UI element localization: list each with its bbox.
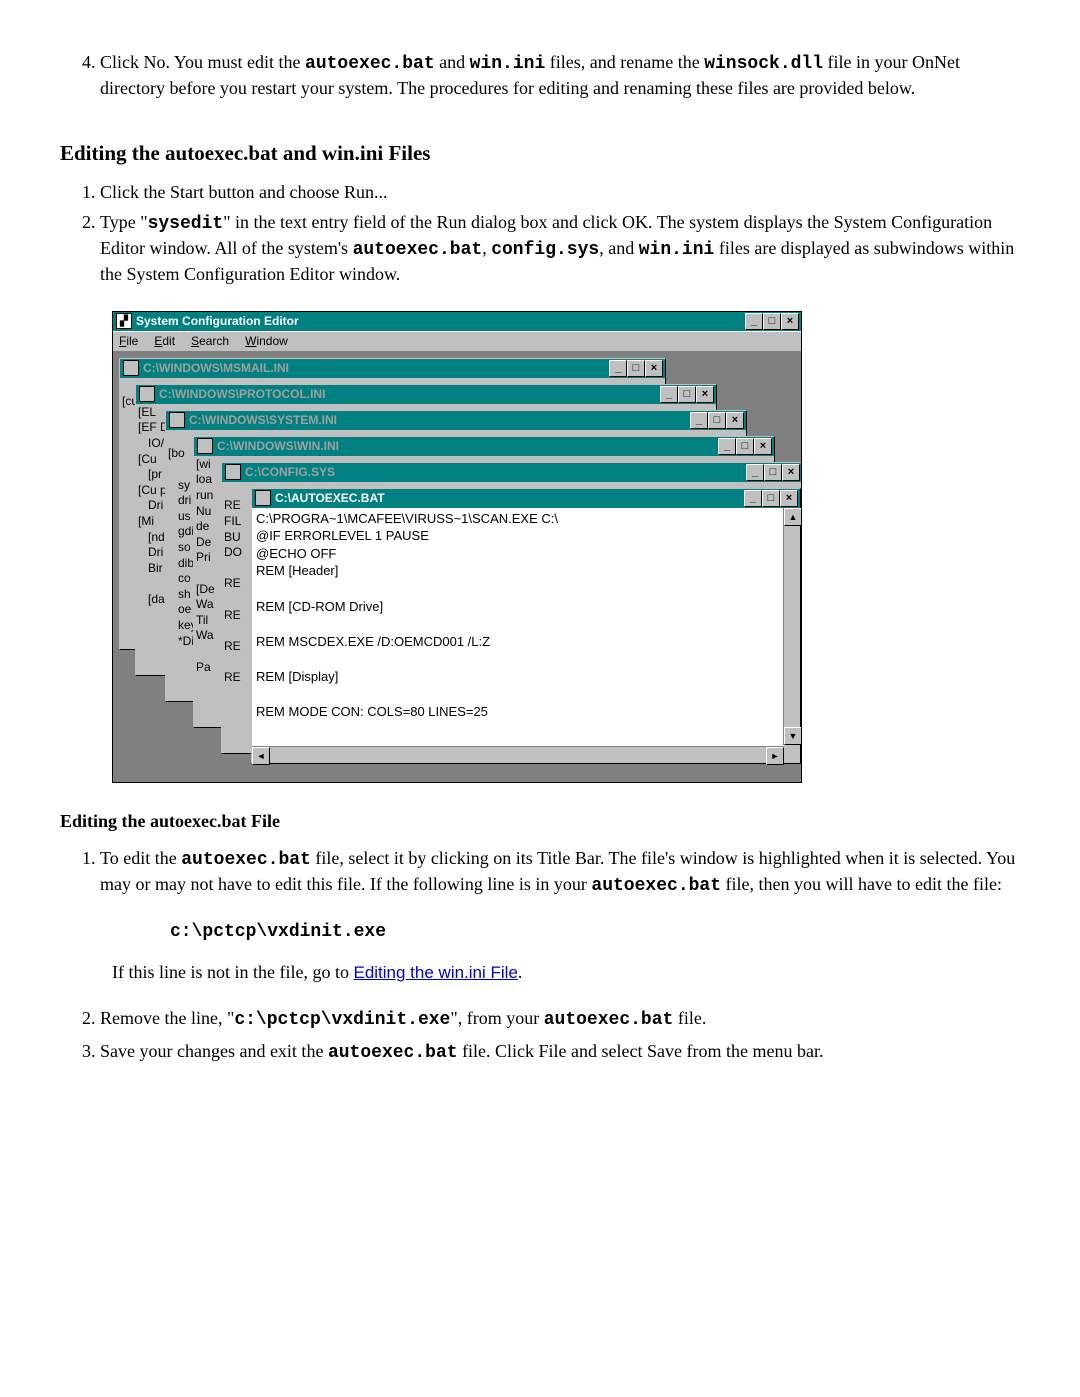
- active-child-title: C:\AUTOEXEC.BAT: [275, 491, 385, 505]
- mdi-client-area: C:\WINDOWS\MSMAIL.INI_□× [cuC:\WINDOWS\P…: [113, 352, 801, 782]
- child-title: C:\WINDOWS\PROTOCOL.INI: [159, 387, 325, 401]
- child-title: C:\CONFIG.SYS: [245, 465, 335, 479]
- close-button[interactable]: ×: [781, 313, 799, 330]
- menubar: File Edit Search Window: [113, 331, 801, 352]
- screenshot-sysedit: ▞ System Configuration Editor _ □ × File…: [112, 311, 802, 783]
- maximize-button[interactable]: □: [708, 412, 726, 429]
- menu-search[interactable]: Search: [191, 334, 229, 348]
- app-icon: ▞: [116, 313, 132, 329]
- maximize-button[interactable]: □: [678, 386, 696, 403]
- active-child-window[interactable]: C:\AUTOEXEC.BAT _□×C:\PROGRA~1\MCAFEE\VIR…: [251, 488, 801, 764]
- maximize-button[interactable]: □: [763, 313, 781, 330]
- child-titlebar[interactable]: C:\WINDOWS\MSMAIL.INI _□×: [120, 359, 665, 378]
- autoexec-step-2: Remove the line, "c:\pctcp\vxdinit.exe",…: [100, 1006, 1020, 1032]
- autoexec-step-1: To edit the autoexec.bat file, select it…: [100, 846, 1020, 899]
- maximize-button[interactable]: □: [764, 464, 782, 481]
- maximize-button[interactable]: □: [736, 438, 754, 455]
- vertical-scrollbar[interactable]: ▲▼: [783, 508, 800, 745]
- doc-icon: [197, 438, 213, 454]
- step4-pre: Click No. You must edit the: [100, 52, 305, 72]
- close-button[interactable]: ×: [696, 386, 714, 403]
- minimize-button[interactable]: _: [690, 412, 708, 429]
- doc-icon: [225, 464, 241, 480]
- size-grip[interactable]: [784, 747, 800, 763]
- code-line: c:\pctcp\vxdinit.exe: [170, 922, 1020, 942]
- link-edit-winini[interactable]: Editing the win.ini File: [353, 963, 517, 982]
- close-button[interactable]: ×: [726, 412, 744, 429]
- file-autoexec: autoexec.bat: [305, 54, 435, 74]
- menu-edit[interactable]: Edit: [154, 334, 175, 348]
- minimize-button[interactable]: _: [660, 386, 678, 403]
- close-button[interactable]: ×: [645, 360, 663, 377]
- menu-file[interactable]: File: [119, 334, 138, 348]
- doc-icon: [255, 490, 271, 506]
- cmd-sysedit: sysedit: [148, 214, 224, 234]
- maximize-button[interactable]: □: [762, 490, 780, 507]
- child-title: C:\WINDOWS\SYSTEM.INI: [189, 413, 337, 427]
- close-button[interactable]: ×: [780, 490, 798, 507]
- active-child-titlebar[interactable]: C:\AUTOEXEC.BAT _□×: [252, 489, 800, 508]
- child-titlebar[interactable]: C:\WINDOWS\PROTOCOL.INI _□×: [136, 385, 716, 404]
- heading-edit-autoexec: Editing the autoexec.bat File: [60, 811, 1020, 832]
- child-titlebar[interactable]: C:\WINDOWS\WIN.INI _□×: [194, 437, 774, 456]
- minimize-button[interactable]: _: [609, 360, 627, 377]
- autoexec-step-3: Save your changes and exit the autoexec.…: [100, 1039, 1020, 1065]
- doc-icon: [169, 412, 185, 428]
- minimize-button[interactable]: _: [745, 313, 763, 330]
- minimize-button[interactable]: _: [718, 438, 736, 455]
- scroll-down-icon[interactable]: ▼: [784, 727, 801, 745]
- edit-step-2: Type "sysedit" in the text entry field o…: [100, 210, 1020, 287]
- doc-icon: [139, 386, 155, 402]
- edit-step-1: Click the Start button and choose Run...: [100, 180, 1020, 204]
- child-titlebar[interactable]: C:\CONFIG.SYS _□×: [222, 463, 801, 482]
- child-title: C:\WINDOWS\WIN.INI: [217, 439, 339, 453]
- child-titlebar[interactable]: C:\WINDOWS\SYSTEM.INI _□×: [166, 411, 746, 430]
- scroll-up-icon[interactable]: ▲: [784, 508, 801, 526]
- step-4: Click No. You must edit the autoexec.bat…: [100, 50, 1020, 101]
- main-titlebar[interactable]: ▞ System Configuration Editor _ □ ×: [113, 312, 801, 331]
- heading-editing-files: Editing the autoexec.bat and win.ini Fil…: [60, 141, 1020, 166]
- minimize-button[interactable]: _: [744, 490, 762, 507]
- autoexec-content[interactable]: C:\PROGRA~1\MCAFEE\VIRUSS~1\SCAN.EXE C:\…: [252, 508, 784, 747]
- scroll-right-icon[interactable]: ►: [766, 747, 784, 765]
- close-button[interactable]: ×: [754, 438, 772, 455]
- file-winini: win.ini: [470, 54, 546, 74]
- menu-window[interactable]: Window: [245, 334, 288, 348]
- main-title: System Configuration Editor: [136, 314, 299, 328]
- minimize-button[interactable]: _: [746, 464, 764, 481]
- maximize-button[interactable]: □: [627, 360, 645, 377]
- close-button[interactable]: ×: [782, 464, 800, 481]
- hint-line: If this line is not in the file, go to E…: [112, 960, 1020, 985]
- scroll-left-icon[interactable]: ◄: [252, 747, 270, 765]
- child-title: C:\WINDOWS\MSMAIL.INI: [143, 361, 289, 375]
- file-winsock: winsock.dll: [704, 54, 823, 74]
- horizontal-scrollbar[interactable]: ◄►: [252, 746, 784, 763]
- doc-icon: [123, 360, 139, 376]
